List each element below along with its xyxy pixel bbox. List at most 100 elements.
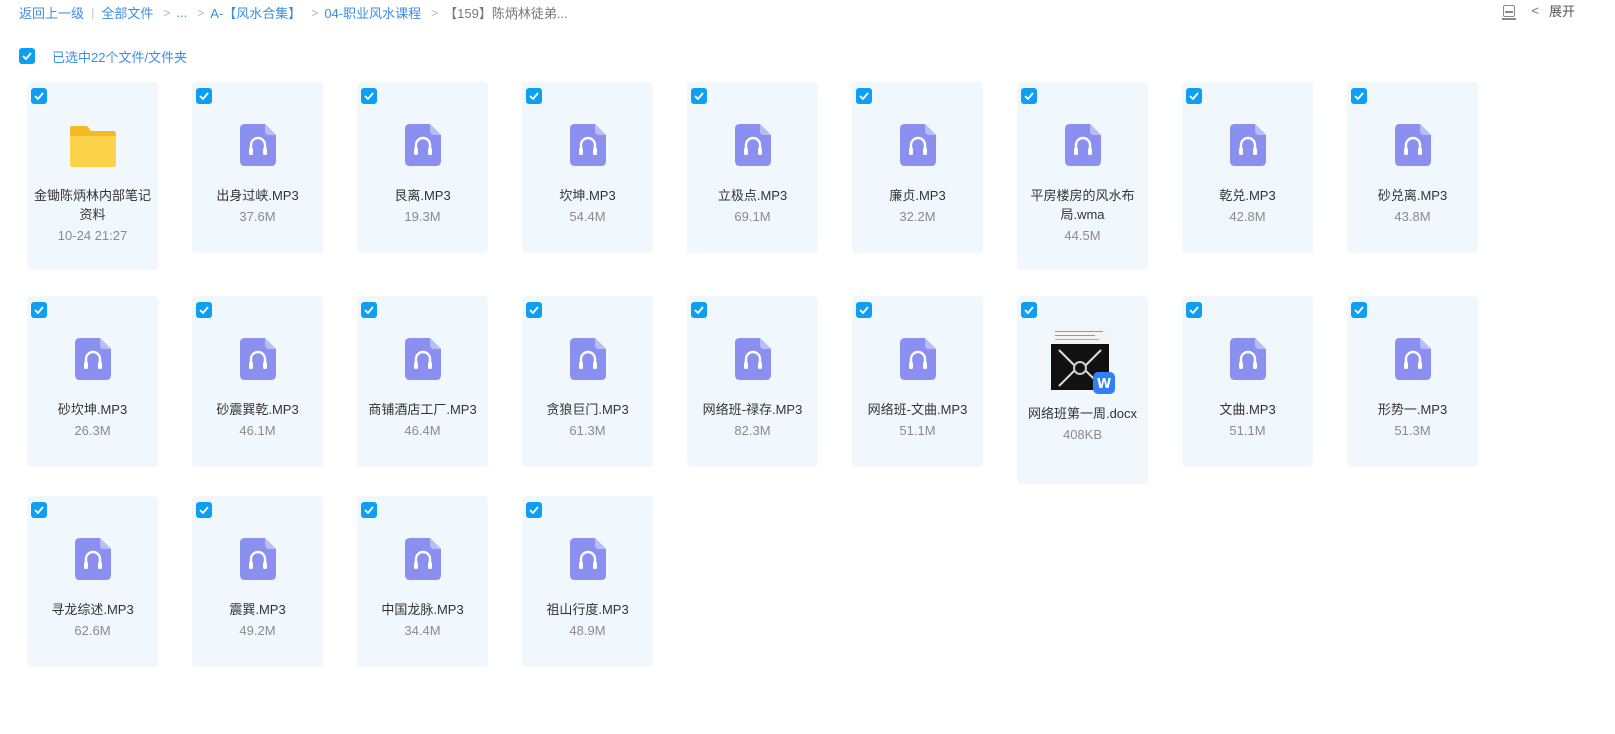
file-name: 廉贞.MP3 — [889, 188, 946, 203]
file-card[interactable]: 贪狼巨门.MP3 61.3M — [522, 296, 653, 467]
file-checkbox[interactable] — [1351, 302, 1367, 318]
chevron-left-icon: < — [1531, 3, 1539, 18]
file-checkbox[interactable] — [196, 302, 212, 318]
check-icon — [22, 52, 32, 60]
breadcrumb-arrow-icon: > — [311, 5, 319, 20]
check-icon — [694, 306, 704, 314]
audio-file-icon — [405, 338, 441, 380]
back-link[interactable]: 返回上一级 — [19, 3, 84, 22]
file-name-block: 震巽.MP3 49.2M — [198, 600, 317, 640]
file-checkbox[interactable] — [691, 302, 707, 318]
expand-button[interactable]: < 展开 — [1531, 1, 1575, 20]
audio-file-icon — [75, 338, 111, 380]
file-checkbox[interactable] — [691, 88, 707, 104]
file-checkbox[interactable] — [856, 88, 872, 104]
check-icon — [34, 92, 44, 100]
file-name: 形势一.MP3 — [1377, 402, 1448, 417]
file-card[interactable]: 坎坤.MP3 54.4M — [522, 82, 653, 253]
file-checkbox[interactable] — [196, 502, 212, 518]
file-card[interactable]: 出身过峡.MP3 37.6M — [192, 82, 323, 253]
file-checkbox[interactable] — [526, 88, 542, 104]
file-checkbox[interactable] — [361, 88, 377, 104]
file-meta: 82.3M — [734, 423, 771, 438]
file-card[interactable]: 网络班-禄存.MP3 82.3M — [687, 296, 818, 467]
file-card[interactable]: 网络班-文曲.MP3 51.1M — [852, 296, 983, 467]
file-card[interactable]: 廉贞.MP3 32.2M — [852, 82, 983, 253]
file-meta: 43.8M — [1394, 209, 1431, 224]
file-checkbox[interactable] — [31, 302, 47, 318]
check-icon — [529, 306, 539, 314]
top-bar: 返回上一级 | 全部文件 > ... > A-【风水合集】 > 04-职业风水课… — [0, 0, 1615, 26]
file-card[interactable]: 文曲.MP3 51.1M — [1182, 296, 1313, 467]
breadcrumb-divider: | — [91, 5, 95, 20]
select-all-checkbox[interactable] — [19, 48, 35, 64]
audio-file-icon — [900, 338, 936, 380]
file-checkbox[interactable] — [526, 302, 542, 318]
file-name: 祖山行度.MP3 — [546, 602, 629, 617]
breadcrumb-ellipsis[interactable]: ... — [176, 5, 187, 20]
file-card[interactable]: 砂震巽乾.MP3 46.1M — [192, 296, 323, 467]
file-checkbox[interactable] — [1021, 302, 1037, 318]
file-card[interactable]: 立极点.MP3 69.1M — [687, 82, 818, 253]
file-checkbox[interactable] — [1021, 88, 1037, 104]
file-meta: 19.3M — [404, 209, 441, 224]
file-checkbox[interactable] — [1186, 88, 1202, 104]
file-checkbox[interactable] — [856, 302, 872, 318]
breadcrumb-all-files[interactable]: 全部文件 — [101, 3, 153, 22]
breadcrumb-level1[interactable]: A-【风水合集】 — [210, 3, 301, 22]
file-name: 坎坤.MP3 — [559, 188, 616, 203]
file-card[interactable]: 乾兑.MP3 42.8M — [1182, 82, 1313, 253]
file-card[interactable]: 平房楼房的风水布局.wma 44.5M — [1017, 82, 1148, 270]
file-meta: 62.6M — [74, 623, 111, 638]
file-checkbox[interactable] — [196, 88, 212, 104]
svg-text:W: W — [1097, 377, 1111, 392]
file-card[interactable]: 祖山行度.MP3 48.9M — [522, 496, 653, 667]
file-card[interactable]: 金锄陈炳林内部笔记资料 10-24 21:27 — [27, 82, 158, 270]
audio-file-icon — [240, 538, 276, 580]
check-icon — [34, 306, 44, 314]
file-card[interactable]: 艮离.MP3 19.3M — [357, 82, 488, 253]
file-checkbox[interactable] — [361, 302, 377, 318]
file-card[interactable]: 商铺酒店工厂.MP3 46.4M — [357, 296, 488, 467]
file-name-block: 网络班-文曲.MP3 51.1M — [858, 400, 977, 440]
file-name-block: 金锄陈炳林内部笔记资料 10-24 21:27 — [33, 186, 152, 245]
file-card[interactable]: 砂坎坤.MP3 26.3M — [27, 296, 158, 467]
file-name: 乾兑.MP3 — [1219, 188, 1276, 203]
file-checkbox[interactable] — [526, 502, 542, 518]
check-icon — [34, 506, 44, 514]
file-card[interactable]: 砂兑离.MP3 43.8M — [1347, 82, 1478, 253]
file-name: 立极点.MP3 — [717, 188, 788, 203]
audio-file-icon — [735, 338, 771, 380]
check-icon — [199, 92, 209, 100]
check-icon — [1024, 92, 1034, 100]
file-name-block: 网络班-禄存.MP3 82.3M — [693, 400, 812, 440]
file-checkbox[interactable] — [361, 502, 377, 518]
file-checkbox[interactable] — [31, 502, 47, 518]
file-meta: 51.3M — [1394, 423, 1431, 438]
file-checkbox[interactable] — [1351, 88, 1367, 104]
file-name: 砂兑离.MP3 — [1377, 188, 1448, 203]
file-card[interactable]: 震巽.MP3 49.2M — [192, 496, 323, 667]
file-card[interactable]: 寻龙综述.MP3 62.6M — [27, 496, 158, 667]
file-name: 寻龙综述.MP3 — [51, 602, 134, 617]
list-view-icon[interactable] — [1502, 4, 1517, 20]
file-name-block: 贪狼巨门.MP3 61.3M — [528, 400, 647, 440]
file-meta: 48.9M — [569, 623, 606, 638]
file-card[interactable]: W 网络班第一周.docx 408KB — [1017, 296, 1148, 484]
view-controls: < 展开 — [1502, 1, 1575, 20]
selection-count: 已选中22个文件/文件夹 — [52, 49, 188, 65]
file-name: 出身过峡.MP3 — [216, 188, 299, 203]
file-card[interactable]: 中国龙脉.MP3 34.4M — [357, 496, 488, 667]
breadcrumb-level2[interactable]: 04-职业风水课程 — [324, 3, 421, 22]
file-card[interactable]: 形势一.MP3 51.3M — [1347, 296, 1478, 467]
file-checkbox[interactable] — [1186, 302, 1202, 318]
file-meta: 49.2M — [239, 623, 276, 638]
file-checkbox[interactable] — [31, 88, 47, 104]
check-icon — [694, 92, 704, 100]
check-icon — [529, 506, 539, 514]
file-name-block: 祖山行度.MP3 48.9M — [528, 600, 647, 640]
breadcrumb-arrow-icon: > — [431, 5, 439, 20]
file-name-block: 艮离.MP3 19.3M — [363, 186, 482, 226]
file-meta: 44.5M — [1064, 228, 1101, 243]
audio-file-icon — [405, 124, 441, 166]
